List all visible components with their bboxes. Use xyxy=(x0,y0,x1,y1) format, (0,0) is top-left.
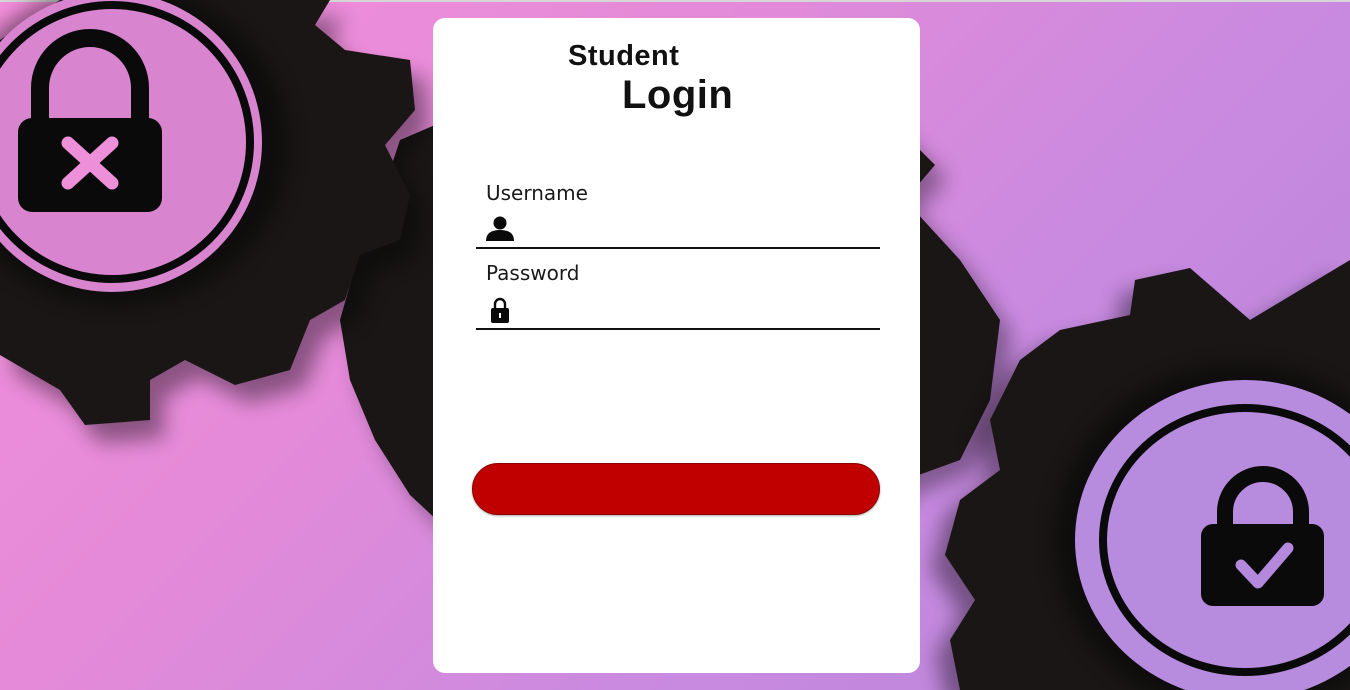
username-input[interactable] xyxy=(524,213,878,247)
login-button[interactable] xyxy=(472,463,880,515)
username-label: Username xyxy=(486,181,588,205)
user-icon xyxy=(486,216,514,241)
page-title-line1: Student xyxy=(568,40,680,72)
lock-icon xyxy=(491,297,509,323)
page-title-line2: Login xyxy=(622,73,734,117)
login-card: Student Login Username Password xyxy=(433,18,920,673)
password-field[interactable] xyxy=(476,294,880,330)
password-label: Password xyxy=(486,261,580,285)
username-field[interactable] xyxy=(476,213,880,249)
password-input[interactable] xyxy=(524,294,878,328)
